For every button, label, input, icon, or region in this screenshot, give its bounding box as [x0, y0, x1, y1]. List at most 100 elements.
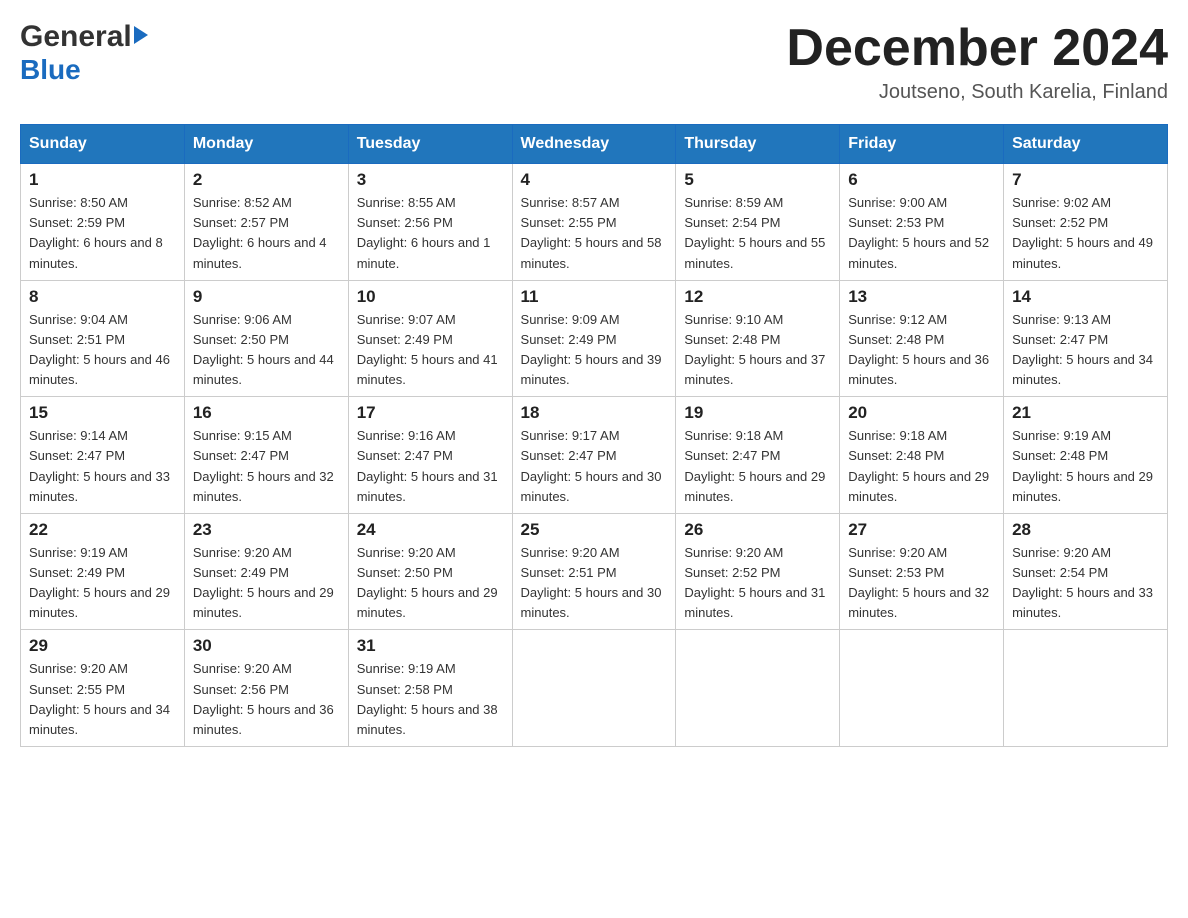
day-number: 16 [193, 403, 340, 423]
calendar-cell: 16 Sunrise: 9:15 AMSunset: 2:47 PMDayligh… [184, 397, 348, 514]
day-number: 22 [29, 520, 176, 540]
calendar-header-row: SundayMondayTuesdayWednesdayThursdayFrid… [21, 125, 1168, 164]
calendar-cell: 14 Sunrise: 9:13 AMSunset: 2:47 PMDayligh… [1004, 280, 1168, 397]
calendar-cell: 10 Sunrise: 9:07 AMSunset: 2:49 PMDayligh… [348, 280, 512, 397]
col-header-friday: Friday [840, 125, 1004, 164]
day-number: 14 [1012, 287, 1159, 307]
day-info: Sunrise: 9:15 AMSunset: 2:47 PMDaylight:… [193, 426, 340, 507]
day-number: 25 [521, 520, 668, 540]
calendar-cell [1004, 630, 1168, 747]
day-number: 1 [29, 170, 176, 190]
calendar-cell [512, 630, 676, 747]
calendar-cell: 27 Sunrise: 9:20 AMSunset: 2:53 PMDayligh… [840, 513, 1004, 630]
calendar-cell [840, 630, 1004, 747]
day-info: Sunrise: 9:18 AMSunset: 2:48 PMDaylight:… [848, 426, 995, 507]
day-number: 13 [848, 287, 995, 307]
day-info: Sunrise: 9:07 AMSunset: 2:49 PMDaylight:… [357, 310, 504, 391]
day-info: Sunrise: 9:16 AMSunset: 2:47 PMDaylight:… [357, 426, 504, 507]
logo: General Blue [20, 20, 148, 84]
col-header-sunday: Sunday [21, 125, 185, 164]
calendar-cell: 15Sunrise: 9:14 AMSunset: 2:47 PMDayligh… [21, 397, 185, 514]
day-number: 6 [848, 170, 995, 190]
calendar-cell: 3 Sunrise: 8:55 AMSunset: 2:56 PMDaylight… [348, 164, 512, 281]
col-header-saturday: Saturday [1004, 125, 1168, 164]
calendar-cell: 23 Sunrise: 9:20 AMSunset: 2:49 PMDayligh… [184, 513, 348, 630]
day-number: 29 [29, 636, 176, 656]
day-info: Sunrise: 9:17 AMSunset: 2:47 PMDaylight:… [521, 426, 668, 507]
day-info: Sunrise: 9:09 AMSunset: 2:49 PMDaylight:… [521, 310, 668, 391]
day-info: Sunrise: 9:18 AMSunset: 2:47 PMDaylight:… [684, 426, 831, 507]
day-number: 3 [357, 170, 504, 190]
calendar-week-row: 1 Sunrise: 8:50 AMSunset: 2:59 PMDaylight… [21, 164, 1168, 281]
calendar-cell: 6Sunrise: 9:00 AMSunset: 2:53 PMDaylight… [840, 164, 1004, 281]
day-number: 21 [1012, 403, 1159, 423]
calendar-cell: 21 Sunrise: 9:19 AMSunset: 2:48 PMDayligh… [1004, 397, 1168, 514]
day-number: 18 [521, 403, 668, 423]
day-info: Sunrise: 8:50 AMSunset: 2:59 PMDaylight:… [29, 193, 176, 274]
day-info: Sunrise: 8:52 AMSunset: 2:57 PMDaylight:… [193, 193, 340, 274]
day-info: Sunrise: 8:55 AMSunset: 2:56 PMDaylight:… [357, 193, 504, 274]
day-number: 24 [357, 520, 504, 540]
day-number: 7 [1012, 170, 1159, 190]
day-number: 20 [848, 403, 995, 423]
day-number: 30 [193, 636, 340, 656]
day-info: Sunrise: 9:13 AMSunset: 2:47 PMDaylight:… [1012, 310, 1159, 391]
day-number: 19 [684, 403, 831, 423]
day-number: 17 [357, 403, 504, 423]
calendar-cell: 8Sunrise: 9:04 AMSunset: 2:51 PMDaylight… [21, 280, 185, 397]
calendar-cell: 26 Sunrise: 9:20 AMSunset: 2:52 PMDayligh… [676, 513, 840, 630]
day-number: 4 [521, 170, 668, 190]
page-header: General Blue December 2024 Joutseno, Sou… [20, 20, 1168, 104]
col-header-tuesday: Tuesday [348, 125, 512, 164]
calendar-week-row: 15Sunrise: 9:14 AMSunset: 2:47 PMDayligh… [21, 397, 1168, 514]
calendar-cell: 31Sunrise: 9:19 AMSunset: 2:58 PMDayligh… [348, 630, 512, 747]
col-header-thursday: Thursday [676, 125, 840, 164]
day-number: 10 [357, 287, 504, 307]
calendar-cell: 18 Sunrise: 9:17 AMSunset: 2:47 PMDayligh… [512, 397, 676, 514]
calendar-cell: 28Sunrise: 9:20 AMSunset: 2:54 PMDayligh… [1004, 513, 1168, 630]
day-number: 9 [193, 287, 340, 307]
calendar-week-row: 8Sunrise: 9:04 AMSunset: 2:51 PMDaylight… [21, 280, 1168, 397]
calendar-cell: 13Sunrise: 9:12 AMSunset: 2:48 PMDayligh… [840, 280, 1004, 397]
calendar-cell: 9 Sunrise: 9:06 AMSunset: 2:50 PMDaylight… [184, 280, 348, 397]
day-info: Sunrise: 9:14 AMSunset: 2:47 PMDaylight:… [29, 426, 176, 507]
logo-blue-text: Blue [20, 56, 81, 84]
calendar-cell: 17 Sunrise: 9:16 AMSunset: 2:47 PMDayligh… [348, 397, 512, 514]
day-info: Sunrise: 9:02 AMSunset: 2:52 PMDaylight:… [1012, 193, 1159, 274]
day-info: Sunrise: 8:57 AMSunset: 2:55 PMDaylight:… [521, 193, 668, 274]
day-info: Sunrise: 9:20 AMSunset: 2:49 PMDaylight:… [193, 543, 340, 624]
day-number: 12 [684, 287, 831, 307]
day-info: Sunrise: 9:19 AMSunset: 2:48 PMDaylight:… [1012, 426, 1159, 507]
calendar-cell: 22Sunrise: 9:19 AMSunset: 2:49 PMDayligh… [21, 513, 185, 630]
title-block: December 2024 Joutseno, South Karelia, F… [786, 20, 1168, 104]
day-number: 5 [684, 170, 831, 190]
calendar-week-row: 22Sunrise: 9:19 AMSunset: 2:49 PMDayligh… [21, 513, 1168, 630]
calendar-table: SundayMondayTuesdayWednesdayThursdayFrid… [20, 124, 1168, 747]
day-info: Sunrise: 9:20 AMSunset: 2:52 PMDaylight:… [684, 543, 831, 624]
day-number: 8 [29, 287, 176, 307]
day-info: Sunrise: 8:59 AMSunset: 2:54 PMDaylight:… [684, 193, 831, 274]
calendar-cell: 24 Sunrise: 9:20 AMSunset: 2:50 PMDayligh… [348, 513, 512, 630]
day-info: Sunrise: 9:06 AMSunset: 2:50 PMDaylight:… [193, 310, 340, 391]
day-number: 23 [193, 520, 340, 540]
day-info: Sunrise: 9:20 AMSunset: 2:53 PMDaylight:… [848, 543, 995, 624]
day-info: Sunrise: 9:20 AMSunset: 2:55 PMDaylight:… [29, 659, 176, 740]
day-info: Sunrise: 9:20 AMSunset: 2:50 PMDaylight:… [357, 543, 504, 624]
day-number: 11 [521, 287, 668, 307]
day-number: 31 [357, 636, 504, 656]
logo-triangle-icon [134, 26, 148, 44]
day-number: 26 [684, 520, 831, 540]
calendar-cell: 2Sunrise: 8:52 AMSunset: 2:57 PMDaylight… [184, 164, 348, 281]
calendar-cell: 12Sunrise: 9:10 AMSunset: 2:48 PMDayligh… [676, 280, 840, 397]
calendar-cell: 19 Sunrise: 9:18 AMSunset: 2:47 PMDayligh… [676, 397, 840, 514]
calendar-cell: 5 Sunrise: 8:59 AMSunset: 2:54 PMDaylight… [676, 164, 840, 281]
day-info: Sunrise: 9:20 AMSunset: 2:51 PMDaylight:… [521, 543, 668, 624]
day-number: 28 [1012, 520, 1159, 540]
calendar-title: December 2024 [786, 20, 1168, 77]
calendar-cell: 25 Sunrise: 9:20 AMSunset: 2:51 PMDayligh… [512, 513, 676, 630]
calendar-cell: 20 Sunrise: 9:18 AMSunset: 2:48 PMDayligh… [840, 397, 1004, 514]
day-info: Sunrise: 9:20 AMSunset: 2:56 PMDaylight:… [193, 659, 340, 740]
calendar-cell: 29 Sunrise: 9:20 AMSunset: 2:55 PMDayligh… [21, 630, 185, 747]
day-number: 27 [848, 520, 995, 540]
logo-general-text: General [20, 20, 132, 54]
